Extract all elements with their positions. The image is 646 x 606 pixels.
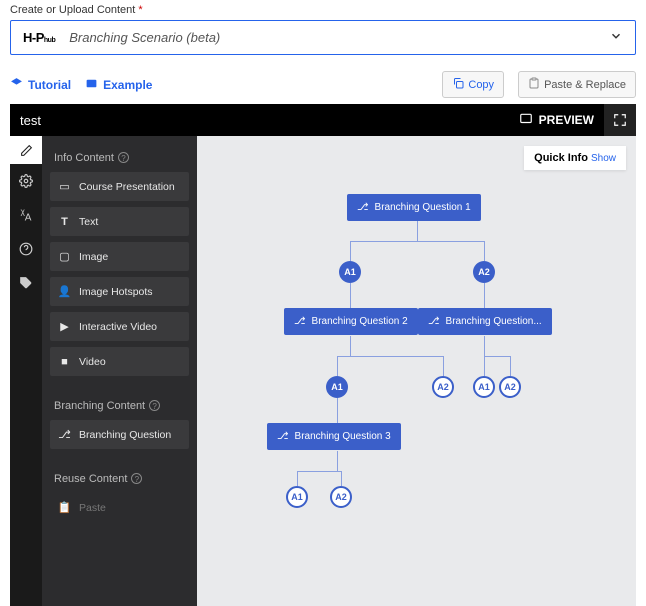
answer-node-a1-outline[interactable]: A1 [473, 376, 495, 398]
help-icon[interactable]: ? [118, 152, 129, 163]
preview-button[interactable]: PREVIEW [509, 112, 604, 129]
rail-help-tab[interactable] [10, 232, 42, 266]
help-circle-icon [19, 242, 33, 256]
gear-icon [19, 174, 33, 188]
h5p-logo: H-Phub [23, 30, 55, 45]
answer-node-a2-outline[interactable]: A2 [432, 376, 454, 398]
rail-tag-tab[interactable] [10, 266, 42, 300]
sidebar-item-image-hotspots[interactable]: 👤Image Hotspots [50, 277, 189, 306]
branch-node-icon: ⎇ [294, 316, 306, 327]
node-branching-question-1[interactable]: ⎇Branching Question 1 [347, 194, 481, 221]
text-icon: T [58, 215, 71, 228]
sidebar-item-interactive-video[interactable]: ▶Interactive Video [50, 312, 189, 341]
chevron-down-icon [609, 29, 623, 46]
example-link[interactable]: Example [85, 77, 152, 93]
hotspots-icon: 👤 [58, 285, 71, 298]
fullscreen-icon [613, 113, 627, 127]
left-rail: ᵡA [10, 136, 42, 606]
create-upload-label: Create or Upload Content * [0, 0, 646, 20]
scenario-title-input[interactable]: test [10, 113, 260, 128]
paste-small-icon: 📋 [58, 501, 71, 514]
reuse-content-section: Reuse Content? [50, 467, 189, 493]
branching-canvas[interactable]: Quick Info Show ⎇Branching Que [197, 136, 636, 606]
help-icon[interactable]: ? [149, 400, 160, 411]
example-icon [85, 77, 98, 93]
copy-icon [452, 77, 464, 92]
help-icon[interactable]: ? [131, 473, 142, 484]
preview-icon [519, 112, 533, 129]
tutorial-icon [10, 77, 23, 93]
sidebar-item-video[interactable]: ■Video [50, 347, 189, 376]
video-icon: ■ [58, 355, 71, 368]
branching-content-section: Branching Content? [50, 394, 189, 420]
copy-button[interactable]: Copy [442, 71, 504, 98]
node-branching-question-4[interactable]: ⎇Branching Question 3 [267, 423, 401, 450]
presentation-icon: ▭ [58, 180, 71, 193]
translate-icon: ᵡA [21, 206, 32, 223]
tutorial-link[interactable]: Tutorial [10, 77, 71, 93]
toolbar: Tutorial Example Copy Paste & Replace [0, 65, 646, 104]
answer-node-a1[interactable]: A1 [339, 261, 361, 283]
branch-icon: ⎇ [58, 428, 71, 441]
branching-tree: ⎇Branching Question 1 A1 A2 ⎇Branching Q… [197, 136, 636, 606]
answer-node-a2-outline[interactable]: A2 [330, 486, 352, 508]
paste-icon [528, 77, 540, 92]
answer-node-a1-outline[interactable]: A1 [286, 486, 308, 508]
content-type-name: Branching Scenario (beta) [69, 30, 609, 45]
sidebar-item-branching-question[interactable]: ⎇Branching Question [50, 420, 189, 449]
editor-title-bar: test PREVIEW [10, 104, 636, 136]
sidebar-item-paste[interactable]: 📋Paste [50, 493, 189, 522]
rail-settings-tab[interactable] [10, 164, 42, 198]
branch-node-icon: ⎇ [428, 316, 440, 327]
info-content-section: Info Content? [50, 146, 189, 172]
pencil-icon [20, 144, 33, 157]
sidebar-item-text[interactable]: TText [50, 207, 189, 236]
tag-icon [19, 276, 33, 290]
content-sidebar: Info Content? ▭Course Presentation TText… [42, 136, 197, 606]
image-icon: ▢ [58, 250, 71, 263]
fullscreen-button[interactable] [604, 104, 636, 136]
branch-node-icon: ⎇ [357, 202, 369, 213]
answer-node-a2[interactable]: A2 [473, 261, 495, 283]
content-type-selector[interactable]: H-Phub Branching Scenario (beta) [10, 20, 636, 55]
paste-replace-button[interactable]: Paste & Replace [518, 71, 636, 98]
sidebar-item-image[interactable]: ▢Image [50, 242, 189, 271]
sidebar-item-course-presentation[interactable]: ▭Course Presentation [50, 172, 189, 201]
interactive-video-icon: ▶ [58, 320, 71, 333]
answer-node-a2-outline[interactable]: A2 [499, 376, 521, 398]
node-branching-question-3[interactable]: ⎇Branching Question... [418, 308, 552, 335]
answer-node-a1[interactable]: A1 [326, 376, 348, 398]
rail-edit-tab[interactable] [10, 136, 42, 164]
branch-node-icon: ⎇ [277, 431, 289, 442]
node-branching-question-2[interactable]: ⎇Branching Question 2 [284, 308, 418, 335]
rail-translate-tab[interactable]: ᵡA [10, 198, 42, 232]
